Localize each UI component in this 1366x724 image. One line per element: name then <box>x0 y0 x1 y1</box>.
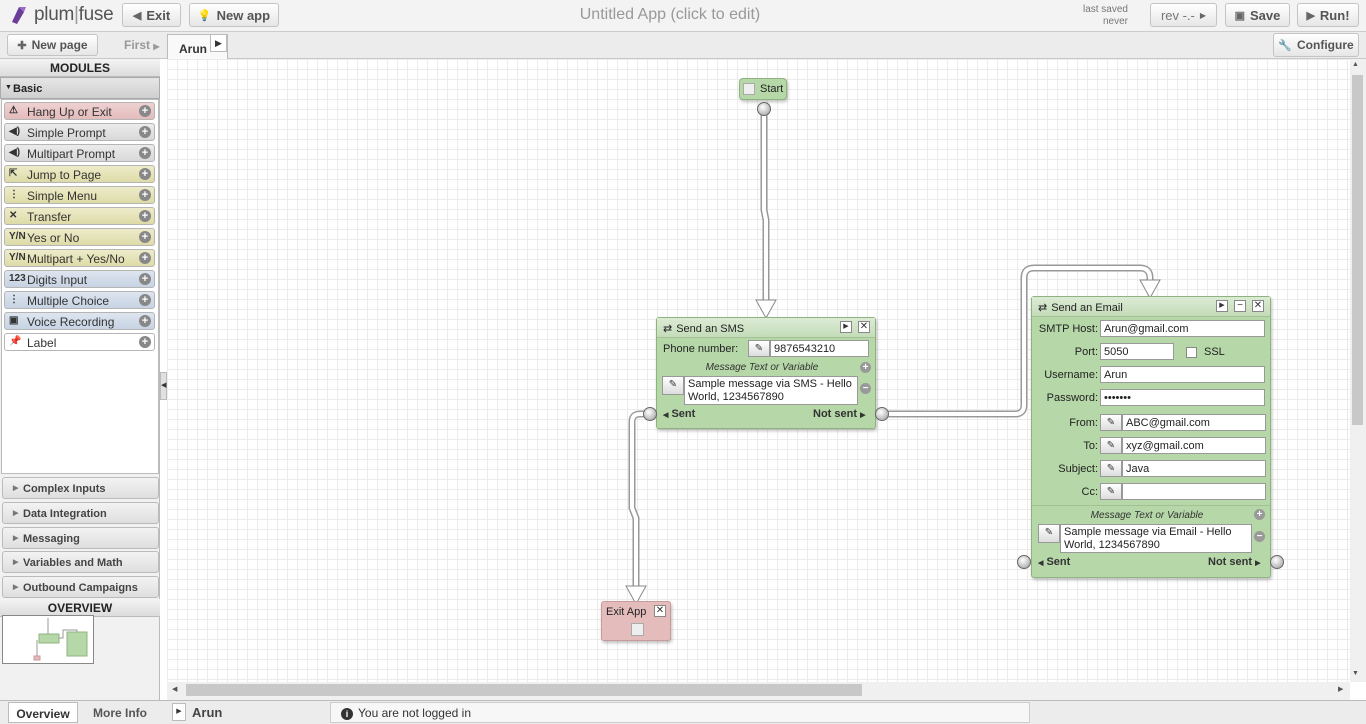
subject-label: Subject: <box>1058 463 1098 475</box>
sms-message-header: Message Text or Variable <box>705 362 819 373</box>
footer-page-name: Arun <box>192 705 223 720</box>
add-message-icon[interactable]: + <box>860 362 871 373</box>
remove-message-icon[interactable]: − <box>860 383 871 394</box>
broken-image-icon <box>743 83 755 95</box>
close-icon[interactable]: ✕ <box>654 605 666 617</box>
pencil-icon[interactable]: ✎ <box>1100 483 1122 500</box>
triangle-right-icon: ▶ <box>176 708 182 715</box>
username-label: Username: <box>1044 369 1098 381</box>
triangle-left-icon: ◀ <box>663 412 669 419</box>
sent-label: Sent <box>671 408 696 420</box>
minimize-icon[interactable]: − <box>1234 300 1246 312</box>
scroll-down-icon[interactable]: ▼ <box>1352 670 1359 677</box>
broken-image-icon <box>631 623 644 636</box>
password-label: Password: <box>1046 392 1098 404</box>
scroll-up-icon[interactable]: ▲ <box>1352 61 1359 68</box>
start-label: Start <box>760 83 784 95</box>
horizontal-scroll-thumb[interactable] <box>186 684 862 696</box>
triangle-right-icon: ▶ <box>1255 560 1261 567</box>
scroll-left-icon[interactable]: ◀ <box>172 685 177 693</box>
add-message-icon[interactable]: + <box>1254 509 1265 520</box>
email-sent-output: ◀ Sent <box>1038 556 1070 568</box>
close-icon[interactable]: ✕ <box>858 321 870 333</box>
pencil-icon[interactable]: ✎ <box>1100 460 1122 477</box>
exit-app-node[interactable]: Exit App ✕ <box>601 601 671 641</box>
cc-label: Cc: <box>1081 486 1099 498</box>
subject-input[interactable]: Java <box>1122 460 1266 477</box>
pencil-icon[interactable]: ✎ <box>662 376 684 395</box>
port-input[interactable]: 5050 <box>1100 343 1174 360</box>
info-icon: i <box>341 708 353 720</box>
not-sent-label: Not sent <box>1208 556 1252 568</box>
page-expand-button[interactable]: ▶ <box>172 703 186 721</box>
port-label: Port: <box>1074 346 1098 358</box>
send-sms-node[interactable]: ⇄ Send an SMS ▶ ✕ Phone number: ✎ 9876543… <box>656 317 876 429</box>
to-label: To: <box>1083 440 1098 452</box>
login-status: i You are not logged in <box>330 702 1030 723</box>
ssl-checkbox[interactable] <box>1186 347 1197 358</box>
pencil-icon[interactable]: ✎ <box>748 340 770 357</box>
sent-label: Sent <box>1046 556 1071 568</box>
send-email-node[interactable]: ⇄ Send an Email ▶ − ✕ SMTP Host: Arun@gma… <box>1031 296 1271 578</box>
triangle-left-icon: ◀ <box>1038 560 1044 567</box>
sms-sent-knob[interactable] <box>643 407 657 421</box>
email-sent-knob[interactable] <box>1017 555 1031 569</box>
email-node-title: Send an Email <box>1051 302 1123 314</box>
from-input[interactable]: ABC@gmail.com <box>1122 414 1266 431</box>
expand-icon[interactable]: ▶ <box>840 321 852 333</box>
email-not-sent-knob[interactable] <box>1270 555 1284 569</box>
from-label: From: <box>1069 417 1098 429</box>
ssl-label: SSL <box>1204 346 1225 358</box>
exit-app-title: Exit App <box>606 606 647 618</box>
sms-sent-output: ◀ Sent <box>663 408 695 420</box>
password-input[interactable]: ••••••• <box>1100 389 1265 406</box>
remove-message-icon[interactable]: − <box>1254 531 1265 542</box>
vertical-scroll-thumb[interactable] <box>1352 75 1363 425</box>
email-message-header: Message Text or Variable <box>1090 510 1204 521</box>
status-text: You are not logged in <box>358 706 471 720</box>
tab-overview[interactable]: Overview <box>8 702 78 723</box>
sms-node-title: Send an SMS <box>676 323 745 335</box>
pencil-icon[interactable]: ✎ <box>1038 524 1060 543</box>
expand-icon[interactable]: ▶ <box>1216 300 1228 312</box>
email-message-input[interactable]: Sample message via Email - Hello World, … <box>1060 524 1252 553</box>
smtp-host-label: SMTP Host: <box>1038 323 1098 335</box>
divider <box>1032 505 1270 506</box>
start-node[interactable]: Start <box>739 78 787 100</box>
not-sent-label: Not sent <box>813 408 857 420</box>
phone-number-input[interactable]: 9876543210 <box>770 340 869 357</box>
sms-not-sent-output: Not sent ▶ <box>813 408 865 420</box>
pencil-icon[interactable]: ✎ <box>1100 437 1122 454</box>
cc-input[interactable] <box>1122 483 1266 500</box>
phone-number-label: Phone number: <box>663 343 739 355</box>
email-not-sent-output: Not sent ▶ <box>1208 556 1260 568</box>
smtp-host-input[interactable]: Arun@gmail.com <box>1100 320 1265 337</box>
scroll-right-icon[interactable]: ▶ <box>1338 685 1343 693</box>
tab-more-info[interactable]: More Info <box>84 702 156 723</box>
username-input[interactable]: Arun <box>1100 366 1265 383</box>
sms-not-sent-knob[interactable] <box>875 407 889 421</box>
transfer-arrows-icon: ⇄ <box>663 323 673 335</box>
sms-message-input[interactable]: Sample message via SMS - Hello World, 12… <box>684 376 858 405</box>
start-output-knob[interactable] <box>757 102 771 116</box>
close-icon[interactable]: ✕ <box>1252 300 1264 312</box>
transfer-arrows-icon: ⇄ <box>1038 302 1048 314</box>
to-input[interactable]: xyz@gmail.com <box>1122 437 1266 454</box>
triangle-right-icon: ▶ <box>860 412 866 419</box>
pencil-icon[interactable]: ✎ <box>1100 414 1122 431</box>
